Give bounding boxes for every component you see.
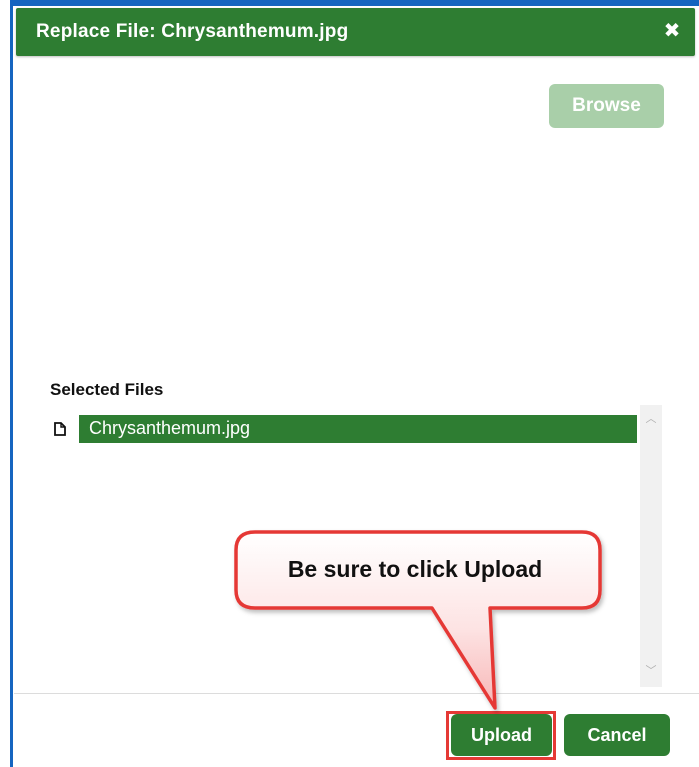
dialog-header: Replace File: Chrysanthemum.jpg ✖ [16, 8, 695, 56]
list-scrollbar[interactable]: ︿ ﹀ [640, 405, 662, 687]
scroll-down-icon[interactable]: ﹀ [640, 661, 662, 681]
callout-text: Be sure to click Upload [287, 556, 543, 582]
selected-files-heading: Selected Files [50, 380, 164, 399]
scroll-up-icon[interactable]: ︿ [640, 409, 662, 429]
file-name: Chrysanthemum.jpg [89, 418, 251, 438]
window-top-border [10, 0, 699, 6]
upload-button[interactable]: Upload [451, 714, 552, 756]
dialog-title: Replace File: Chrysanthemum.jpg [36, 21, 349, 42]
cancel-button[interactable]: Cancel [564, 714, 670, 756]
browse-button[interactable]: Browse [549, 84, 664, 128]
file-icon [54, 422, 66, 436]
list-item-selected[interactable]: Chrysanthemum.jpg [79, 415, 637, 443]
selected-files-list[interactable]: Chrysanthemum.jpg ︿ ﹀ [48, 405, 662, 687]
footer-divider [14, 693, 699, 694]
window-left-border [10, 0, 13, 767]
close-icon[interactable]: ✖ [661, 19, 683, 43]
replace-file-dialog: Replace File: Chrysanthemum.jpg ✖ Browse… [0, 0, 699, 767]
